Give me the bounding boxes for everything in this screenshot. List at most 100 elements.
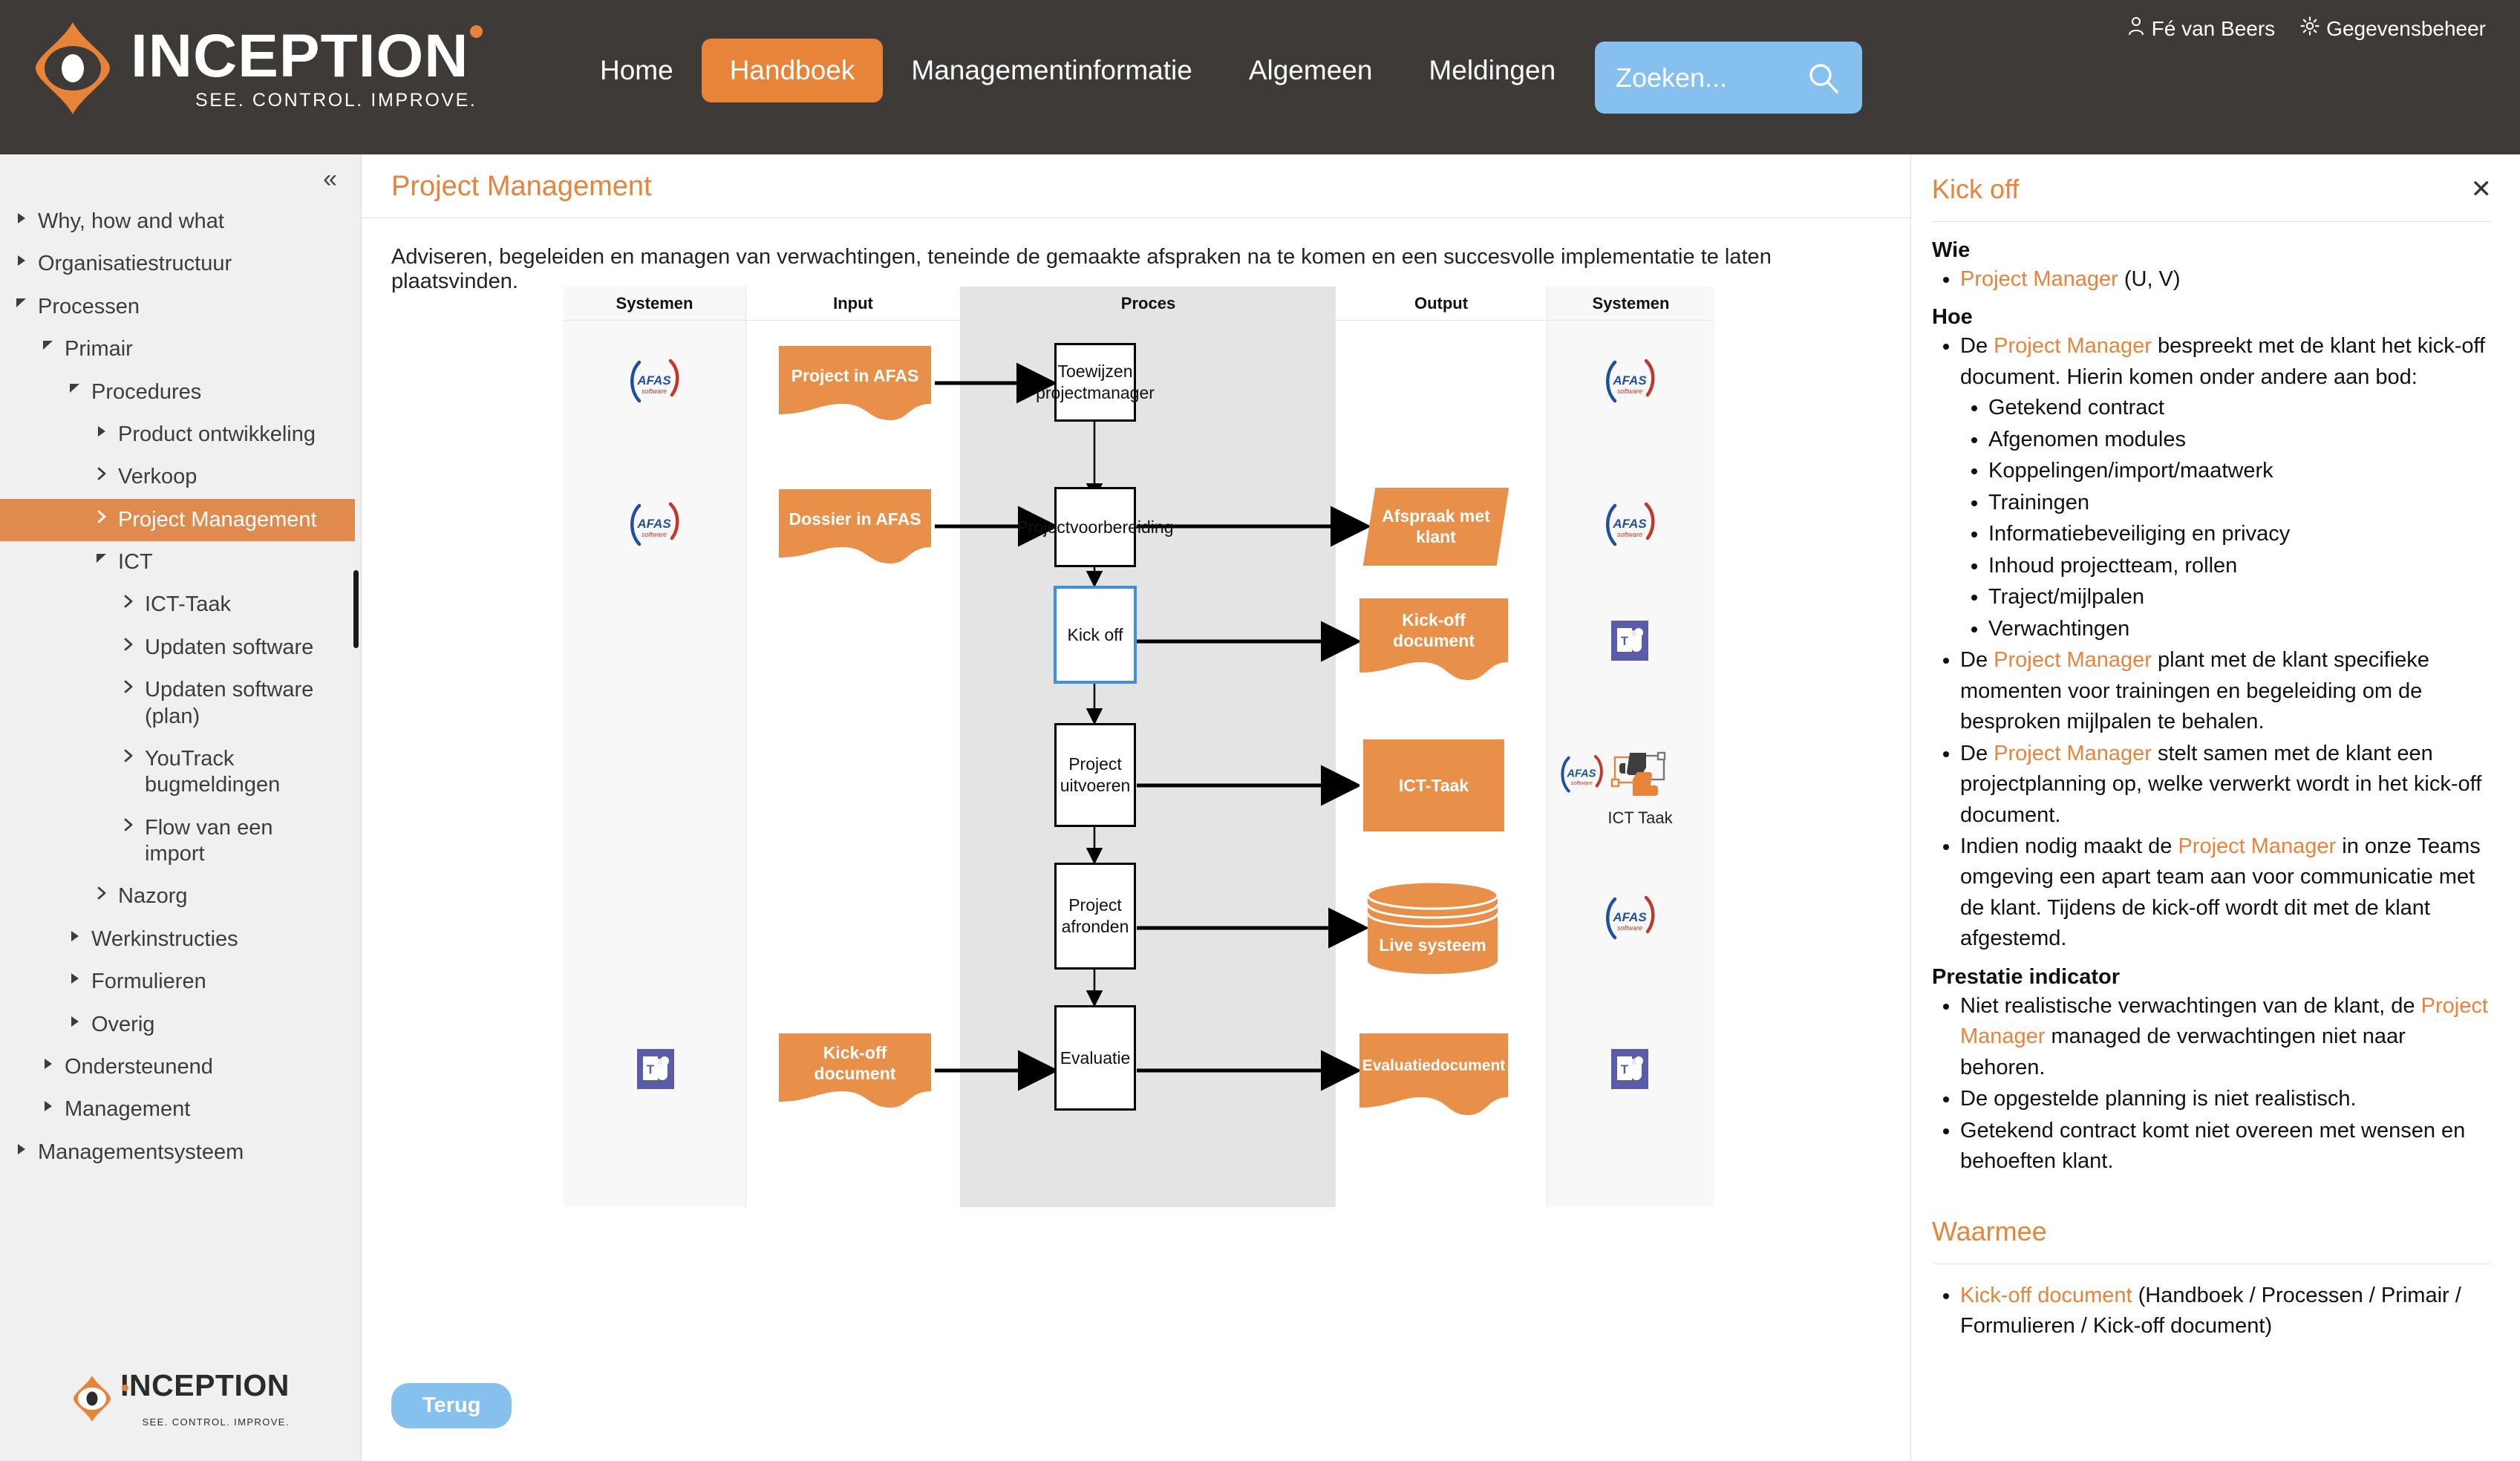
back-button[interactable]: Terug [391, 1383, 512, 1428]
brand-dot-icon [470, 25, 483, 38]
sidebar-item-product-ontwikkeling[interactable]: Product ontwikkeling [0, 414, 355, 456]
process-step-evaluatie[interactable]: Evaluatie [1054, 1005, 1136, 1111]
user-menu[interactable]: Fé van Beers [2127, 16, 2276, 41]
system-icon-afas-right-2: AFASsoftware [1603, 498, 1656, 553]
chevron-icon[interactable] [119, 677, 138, 693]
search-input[interactable]: Zoeken... [1595, 42, 1862, 114]
chevron-icon[interactable] [92, 883, 111, 900]
detail-panel-title: Kick off [1932, 174, 2019, 205]
wie-list: Project Manager (U, V) [1960, 264, 2492, 295]
footer-logo[interactable]: INCEPTION SEE. CONTROL. IMPROVE. [71, 1370, 290, 1428]
sidebar-item-overig[interactable]: Overig [0, 1004, 355, 1046]
sidebar-item-managementsysteem[interactable]: Managementsysteem [0, 1131, 355, 1174]
sidebar-item-werkinstructies[interactable]: Werkinstructies [0, 918, 355, 961]
collapsed-triangle-icon[interactable] [65, 969, 85, 985]
inline-link[interactable]: Project Manager [1960, 267, 2118, 291]
sidebar-item-label: Formulieren [91, 969, 218, 995]
sidebar-scrollbar[interactable] [353, 570, 359, 648]
sidebar-item-project-management[interactable]: Project Management [0, 499, 355, 541]
sidebar-item-management[interactable]: Management [0, 1088, 355, 1131]
sidebar-item-flow-van-een-import[interactable]: Flow van een import [0, 807, 355, 876]
expanded-triangle-icon[interactable] [12, 294, 31, 309]
sidebar-item-label: Primair [65, 336, 145, 362]
sidebar-item-ondersteunend[interactable]: Ondersteunend [0, 1046, 355, 1088]
sidebar-item-youtrack-bugmeldingen[interactable]: YouTrack bugmeldingen [0, 738, 355, 807]
collapsed-triangle-icon[interactable] [12, 1140, 31, 1156]
inception-logo-icon [31, 21, 114, 116]
sidebar-item-processen[interactable]: Processen [0, 286, 355, 328]
sidebar-item-ict-taak[interactable]: ICT-Taak [0, 584, 355, 626]
collapse-sidebar-icon[interactable]: « [323, 166, 337, 192]
inline-link[interactable]: Project Manager [1994, 648, 2152, 672]
inline-link[interactable]: Project Manager [2178, 834, 2336, 858]
inline-link[interactable]: Kick-off document [1960, 1284, 2132, 1307]
collapsed-triangle-icon[interactable] [65, 926, 85, 943]
sidebar-item-formulieren[interactable]: Formulieren [0, 961, 355, 1003]
chevron-icon[interactable] [119, 635, 138, 651]
svg-text:software: software [642, 531, 667, 538]
hoe-list-item: De Project Manager plant met de klant sp… [1960, 645, 2492, 737]
svg-text:software: software [1617, 388, 1642, 395]
sidebar-item-procedures[interactable]: Procedures [0, 371, 355, 414]
nav-item-handboek[interactable]: Handboek [702, 39, 884, 102]
chevron-icon[interactable] [119, 815, 138, 831]
sidebar-item-label: Verkoop [118, 464, 209, 490]
sidebar-item-ict[interactable]: ICT [0, 541, 355, 584]
inline-link[interactable]: Project Manager [1994, 742, 2152, 765]
svg-text:software: software [1570, 779, 1593, 786]
input-kick-off-document: Kick-off document [779, 1033, 931, 1108]
sidebar-item-primair[interactable]: Primair [0, 328, 355, 370]
collapsed-triangle-icon[interactable] [39, 1096, 58, 1113]
sidebar-item-label: Why, how and what [38, 209, 236, 235]
sidebar-item-label: Updaten software [145, 635, 325, 661]
svg-text:T: T [1621, 1062, 1629, 1076]
expanded-triangle-icon[interactable] [39, 336, 58, 351]
output-label: Kick-off document [1359, 598, 1508, 664]
detail-panel: Kick off ✕ Wie Project Manager (U, V) Ho… [1910, 154, 2520, 1461]
sidebar-item-organisatiestructuur[interactable]: Organisatiestructuur [0, 243, 355, 285]
data-admin-link[interactable]: Gegevensbeheer [2300, 16, 2486, 41]
chevron-icon[interactable] [92, 507, 111, 523]
nav-item-algemeen[interactable]: Algemeen [1221, 39, 1401, 102]
system-icon-afas-2: AFASsoftware [627, 498, 681, 553]
svg-text:software: software [1617, 924, 1642, 932]
svg-text:software: software [642, 388, 667, 395]
sidebar-item-verkoop[interactable]: Verkoop [0, 456, 355, 498]
process-step-project-uitvoeren[interactable]: Project uitvoeren [1054, 723, 1136, 827]
ict-taak-caption: ICT Taak [1581, 808, 1700, 828]
collapsed-triangle-icon[interactable] [12, 209, 31, 225]
wie-list-item: Project Manager (U, V) [1960, 264, 2492, 295]
search-icon[interactable] [1806, 60, 1841, 96]
chevron-icon[interactable] [119, 592, 138, 608]
output-live-systeem: Live systeem [1368, 882, 1498, 974]
collapsed-triangle-icon[interactable] [92, 422, 111, 438]
collapsed-triangle-icon[interactable] [39, 1054, 58, 1071]
brand-logo[interactable]: INCEPTION SEE. CONTROL. IMPROVE. [31, 21, 477, 116]
collapsed-triangle-icon[interactable] [12, 251, 31, 267]
inline-link[interactable]: Project Manager [1994, 334, 2152, 358]
sidebar-item-why-how-and-what[interactable]: Why, how and what [0, 200, 355, 243]
data-admin-label: Gegevensbeheer [2326, 17, 2486, 41]
sidebar-item-label: Ondersteunend [65, 1054, 225, 1080]
sidebar-item-updaten-software-plan[interactable]: Updaten software (plan) [0, 669, 355, 738]
sidebar-item-updaten-software[interactable]: Updaten software [0, 627, 355, 669]
process-step-projectvoorbereiding[interactable]: Projectvoorbereiding [1054, 487, 1136, 567]
chevron-icon[interactable] [92, 464, 111, 480]
nav-item-managementinformatie[interactable]: Managementinformatie [883, 39, 1220, 102]
chevron-icon[interactable] [119, 746, 138, 762]
output-kick-off-document: Kick-off document [1359, 598, 1508, 680]
process-step-project-afronden[interactable]: Project afronden [1054, 863, 1136, 970]
app-header: INCEPTION SEE. CONTROL. IMPROVE. Home Ha… [0, 0, 2520, 154]
collapsed-triangle-icon[interactable] [65, 1012, 85, 1028]
expanded-triangle-icon[interactable] [65, 379, 85, 394]
expanded-triangle-icon[interactable] [92, 549, 111, 564]
process-step-kick-off[interactable]: Kick off [1054, 586, 1137, 684]
nav-item-meldingen[interactable]: Meldingen [1400, 39, 1584, 102]
close-icon[interactable]: ✕ [2471, 174, 2493, 202]
brand-tagline: SEE. CONTROL. IMPROVE. [131, 90, 477, 111]
process-step-toewijzen-projectmanager[interactable]: Toewijzen projectmanager [1054, 343, 1136, 422]
nav-item-home[interactable]: Home [572, 39, 702, 102]
inline-link[interactable]: Project Manager [1960, 994, 2488, 1048]
sidebar-item-nazorg[interactable]: Nazorg [0, 875, 355, 918]
output-label: Evaluatiedocument [1359, 1033, 1508, 1099]
